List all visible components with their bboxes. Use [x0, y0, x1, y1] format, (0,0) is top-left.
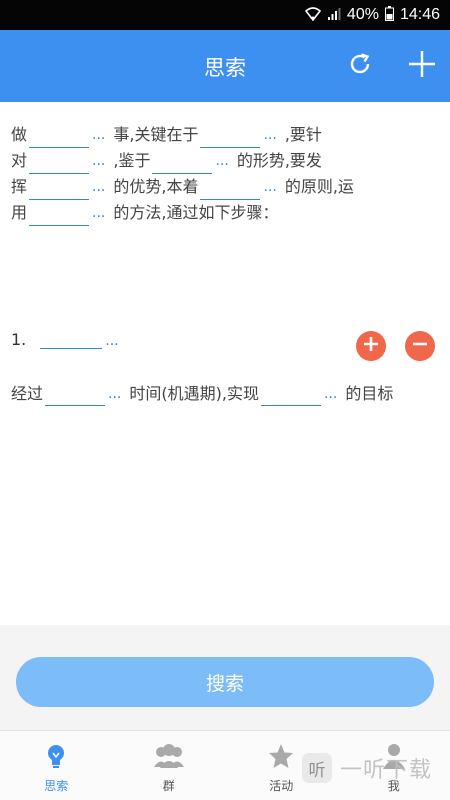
plus-icon [407, 49, 437, 83]
template-text: 对 [11, 151, 28, 170]
blank-input[interactable] [29, 209, 90, 226]
goal-text: 的目标 [345, 384, 394, 403]
blank-input[interactable] [200, 183, 261, 200]
star-icon [268, 743, 294, 773]
template-line: 挥 ... 的优势,本着 ... 的原则,运 [11, 174, 441, 200]
more-dots[interactable]: ... [108, 382, 121, 406]
more-dots[interactable]: ... [263, 174, 276, 200]
watermark-text: 一听下载 [340, 758, 433, 783]
tab-label: 思索 [44, 779, 69, 793]
tab-think[interactable]: 思索 [0, 731, 113, 800]
blank-input[interactable] [29, 183, 90, 200]
template-text: 的形势,要发 [236, 151, 322, 170]
template-text: 事,关键在于 [113, 125, 199, 144]
signal-icon [327, 7, 341, 24]
tab-label: 群 [162, 779, 175, 793]
status-bar: 40% 14:46 [0, 0, 450, 30]
main-content: 做 ... 事,关键在于 ... ,要针 对 ... ,鉴于 ... 的形势,要… [0, 102, 450, 625]
blank-input[interactable] [29, 157, 90, 174]
template-text: ,鉴于 [113, 151, 151, 170]
step-number: 1. [11, 330, 27, 349]
tab-label: 活动 [269, 779, 294, 793]
lightbulb-icon [44, 743, 68, 773]
step-row: 1. ... [11, 330, 127, 349]
group-icon [152, 743, 186, 773]
remove-step-button[interactable] [405, 331, 435, 361]
blank-input[interactable] [29, 131, 90, 148]
template-line: 用 ... 的方法,通过如下步骤： [11, 200, 441, 226]
template-text: 的方法,通过如下步骤： [113, 203, 279, 222]
add-step-button[interactable] [356, 331, 386, 361]
template-text: 用 [11, 203, 28, 222]
tab-group[interactable]: 群 [113, 731, 226, 800]
template-text: 做 [11, 125, 28, 144]
step-input[interactable] [40, 332, 103, 349]
goal-text: 经过 [11, 384, 44, 403]
template-text: 挥 [11, 177, 28, 196]
goal-line: 经过 ... 时间(机遇期),实现 ... 的目标 [11, 382, 393, 406]
more-dots[interactable]: ... [215, 148, 228, 174]
template-line: 对 ... ,鉴于 ... 的形势,要发 [11, 148, 441, 174]
blank-input[interactable] [152, 157, 213, 174]
more-dots[interactable]: ... [263, 122, 276, 148]
app-bar: 思索 [0, 30, 450, 102]
goal-text: 时间(机遇期),实现 [129, 384, 259, 403]
more-dots[interactable]: ... [92, 148, 105, 174]
more-dots[interactable]: ... [92, 122, 105, 148]
refresh-button[interactable] [341, 47, 379, 85]
refresh-icon [347, 51, 373, 81]
more-dots[interactable]: ... [105, 333, 118, 349]
more-dots[interactable]: ... [92, 174, 105, 200]
blank-input[interactable] [200, 131, 261, 148]
page-title: 思索 [204, 56, 246, 80]
search-button[interactable]: 搜索 [16, 657, 434, 707]
blank-input[interactable] [45, 389, 106, 406]
blank-input[interactable] [260, 389, 321, 406]
template-text: 的优势,本着 [113, 177, 199, 196]
minus-icon [412, 336, 428, 356]
template-line: 做 ... 事,关键在于 ... ,要针 [11, 122, 441, 148]
plus-icon [363, 336, 379, 356]
clock-time: 14:46 [399, 6, 440, 23]
watermark: 听 一听下载 [302, 752, 432, 784]
battery-percent: 40% [346, 6, 379, 23]
more-dots[interactable]: ... [92, 200, 105, 226]
watermark-badge: 听 [302, 753, 332, 783]
add-button[interactable] [403, 47, 441, 85]
template-text: ,要针 [284, 125, 322, 144]
more-dots[interactable]: ... [324, 382, 337, 406]
battery-icon [384, 6, 394, 24]
template-text: 的原则,运 [284, 177, 354, 196]
template-paragraph: 做 ... 事,关键在于 ... ,要针 对 ... ,鉴于 ... 的形势,要… [11, 122, 441, 226]
wifi-icon [304, 6, 322, 24]
